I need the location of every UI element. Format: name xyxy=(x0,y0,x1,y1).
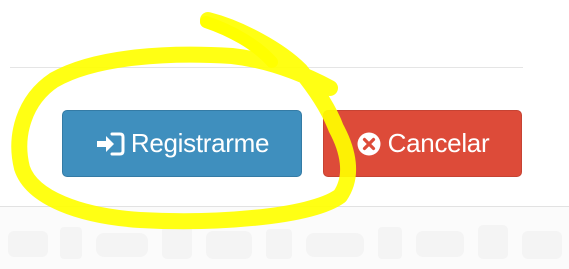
cancel-button[interactable]: Cancelar xyxy=(323,110,522,177)
times-circle-icon xyxy=(356,131,382,157)
sign-in-icon xyxy=(95,131,125,157)
form-footer: Registrarme Cancelar xyxy=(0,0,569,269)
footer-band xyxy=(0,206,569,269)
register-button[interactable]: Registrarme xyxy=(62,110,302,177)
faded-background-pattern xyxy=(8,225,562,259)
register-button-label: Registrarme xyxy=(130,128,270,158)
cancel-button-label: Cancelar xyxy=(387,128,490,158)
divider xyxy=(10,67,523,68)
